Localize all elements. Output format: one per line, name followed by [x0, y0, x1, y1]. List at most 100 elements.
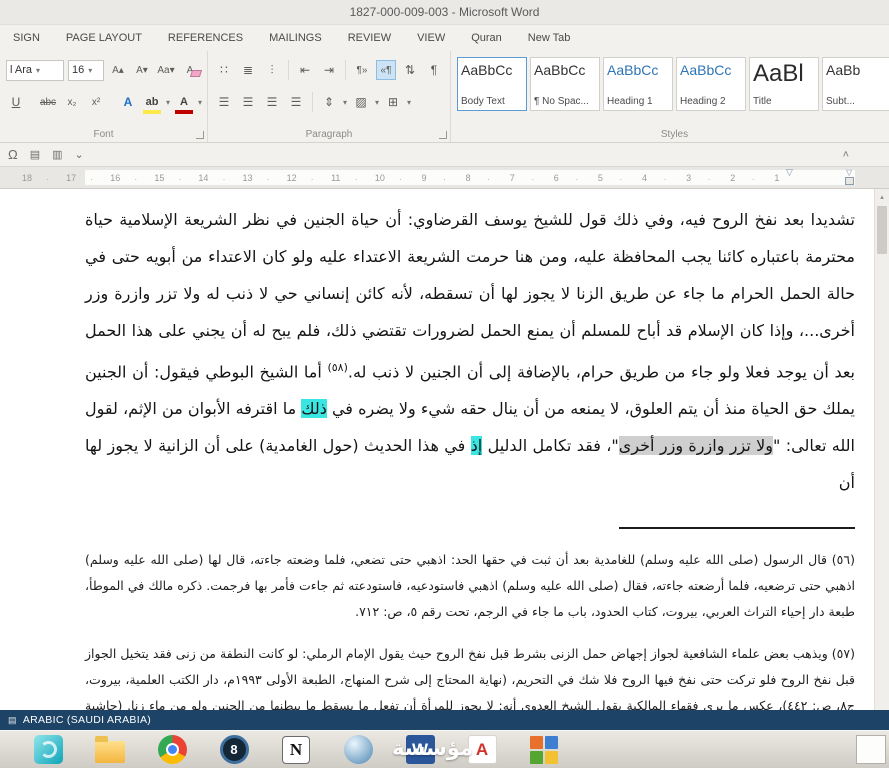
scroll-up-icon[interactable]: ▴ [875, 189, 889, 204]
style-heading-1[interactable]: AaBbCc Heading 1 [603, 57, 673, 111]
align-left-button[interactable]: ☰ [214, 92, 234, 112]
scrollbar-thumb[interactable] [877, 206, 887, 254]
paragraph-dialog-launcher-icon[interactable] [439, 131, 447, 139]
ruler-number: 4 [638, 173, 667, 184]
vertical-scrollbar[interactable]: ▴ [874, 189, 889, 710]
system-tray[interactable] [856, 735, 886, 764]
ribbon-tabs: SIGN PAGE LAYOUT REFERENCES MAILINGS REVIEW V… [0, 25, 889, 51]
ribbon-tab[interactable]: New Tab [515, 32, 584, 44]
numbering-button[interactable]: ≣ [238, 60, 258, 80]
page-content: تشديدا بعد نفخ الروح فيه، وفي ذلك قول لل… [0, 189, 889, 710]
taskbar-blue-orb-app[interactable] [342, 734, 374, 766]
style-no-spacing[interactable]: AaBbCc ¶ No Spac... [530, 57, 600, 111]
columns-icon[interactable]: ▥ [52, 148, 62, 161]
style-title[interactable]: AaBl Title [749, 57, 819, 111]
shading-button[interactable]: ▨ [351, 92, 371, 112]
hanging-indent-marker[interactable]: ▽ [846, 168, 852, 177]
text-highlight-button[interactable]: ab [142, 92, 162, 114]
font-name-combo[interactable]: l Ara ▾ [6, 59, 64, 81]
first-line-indent-marker[interactable]: ▽ [786, 167, 793, 178]
language-indicator[interactable]: ARABIC (SAUDI ARABIA) [23, 714, 151, 726]
clear-formatting-button[interactable]: A [180, 60, 200, 80]
font-group: l Ara ▾ 16 ▾ A▴ A▾ Aa▾ A U abc x₂ x² A a… [0, 51, 208, 142]
ribbon-tab[interactable]: Quran [458, 32, 515, 44]
chevron-down-icon[interactable]: ▾ [198, 98, 202, 107]
addin-toolbar: Ω ▤ ▥ ⌄ ˄ [0, 143, 889, 167]
increase-indent-button[interactable]: ⇥ [319, 60, 339, 80]
taskbar-chrome[interactable] [156, 734, 188, 766]
ring-app-icon: 8 [219, 735, 249, 764]
ruler-number: 3 [682, 173, 711, 184]
style-name: Heading 2 [680, 96, 726, 107]
bullets-button[interactable]: ∷ [214, 60, 234, 80]
change-case-button[interactable]: Aa▾ [156, 60, 176, 80]
ribbon-tab[interactable]: REVIEW [335, 32, 404, 44]
style-subtitle[interactable]: AaBb Subt... [822, 57, 889, 111]
font-size-combo[interactable]: 16 ▾ [68, 59, 104, 81]
indent-box-marker[interactable] [845, 177, 854, 185]
decrease-indent-button[interactable]: ⇤ [295, 60, 315, 80]
text-effects-button[interactable]: A [118, 92, 138, 112]
align-center-button[interactable]: ☰ [238, 92, 258, 112]
proofing-icon[interactable]: ▤ [8, 715, 17, 726]
ribbon-tab[interactable]: PAGE LAYOUT [53, 32, 155, 44]
superscript-button[interactable]: x² [86, 92, 106, 112]
ruler-number: 13 [241, 173, 270, 184]
rtl-direction-button[interactable]: «¶ [376, 60, 396, 80]
taskbar-word[interactable]: W [404, 734, 436, 766]
taskbar-notion-app[interactable]: N [280, 734, 312, 766]
taskbar-acrobat[interactable]: A [466, 734, 498, 766]
file-explorer-icon [95, 736, 125, 763]
horizontal-ruler[interactable]: 18 17 16 15 14 13 12 11 10 9 8 7 6 5 4 3 2 1 ▽ ▽ [0, 167, 889, 189]
list-icon[interactable]: ▤ [30, 148, 40, 161]
chevron-down-icon[interactable]: ▾ [166, 98, 170, 107]
ribbon-tab[interactable]: REFERENCES [155, 32, 256, 44]
blue-orb-app-icon [343, 735, 373, 764]
document-area[interactable]: تشديدا بعد نفخ الروح فيه، وفي ذلك قول لل… [0, 189, 889, 710]
footnote-separator [619, 527, 855, 530]
taskbar-ring-app[interactable]: 8 [218, 734, 250, 766]
chevron-down-icon[interactable]: ▾ [375, 98, 379, 107]
collapse-ribbon-icon[interactable]: ˄ [843, 149, 849, 161]
multilevel-list-button[interactable]: ⫶ [262, 60, 282, 80]
style-heading-2[interactable]: AaBbCc Heading 2 [676, 57, 746, 111]
justify-button[interactable]: ☰ [286, 92, 306, 112]
taskbar-grid-app[interactable] [528, 734, 560, 766]
taskbar-graphics-app[interactable] [32, 734, 64, 766]
show-formatting-marks-button[interactable]: ¶ [424, 60, 444, 80]
style-name: Title [753, 96, 772, 107]
borders-button[interactable]: ⊞ [383, 92, 403, 112]
dropdown-chevron-icon[interactable]: ⌄ [75, 148, 84, 161]
body-text: "، فقد تكامل الدليل [482, 436, 619, 456]
footnote-reference: (٥٨) [327, 361, 348, 374]
chevron-down-icon[interactable]: ▾ [407, 98, 411, 107]
align-right-button[interactable]: ☰ [262, 92, 282, 112]
omega-symbol-icon[interactable]: Ω [8, 147, 18, 162]
ruler-number: 7 [505, 173, 535, 184]
status-bar: ▤ ARABIC (SAUDI ARABIA) [0, 710, 889, 730]
style-body-text[interactable]: AaBbCc Body Text [457, 57, 527, 111]
taskbar-file-explorer[interactable] [94, 734, 126, 766]
footnote-56[interactable]: (٥٦) قال الرسول (صلى الله عليه وسلم) للغ… [85, 547, 855, 625]
chevron-down-icon[interactable]: ▾ [343, 98, 347, 107]
divider [312, 92, 313, 112]
ltr-direction-button[interactable]: ¶» [352, 60, 372, 80]
font-color-button[interactable]: A [174, 92, 194, 114]
ruler-number: 15 [152, 173, 181, 184]
underline-button[interactable]: U [6, 92, 26, 112]
strikethrough-button[interactable]: abc [38, 92, 58, 112]
font-dialog-launcher-icon[interactable] [196, 131, 204, 139]
grow-font-button[interactable]: A▴ [108, 60, 128, 80]
highlighted-word: إذ [470, 436, 483, 456]
sort-button[interactable]: ⇅ [400, 60, 420, 80]
shrink-font-button[interactable]: A▾ [132, 60, 152, 80]
line-spacing-button[interactable]: ⇕ [319, 92, 339, 112]
ribbon-tab[interactable]: MAILINGS [256, 32, 335, 44]
body-paragraph[interactable]: تشديدا بعد نفخ الروح فيه، وفي ذلك قول لل… [85, 201, 855, 501]
subscript-button[interactable]: x₂ [62, 92, 82, 112]
style-name: Subt... [826, 96, 855, 107]
ribbon-tab[interactable]: VIEW [404, 32, 458, 44]
ruler-number: 16 [108, 173, 137, 184]
ribbon-tab[interactable]: SIGN [0, 32, 53, 44]
footnote-57[interactable]: (٥٧) ويذهب بعض علماء الشافعية لجواز إجها… [85, 641, 855, 710]
